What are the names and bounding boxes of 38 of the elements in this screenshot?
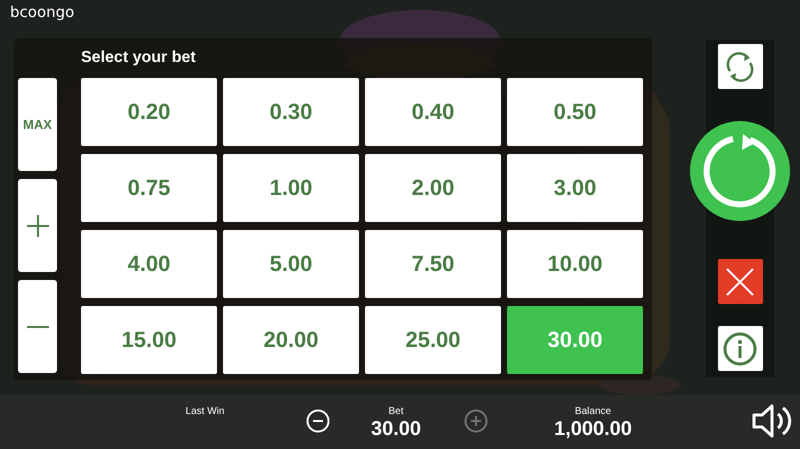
sound-button[interactable] bbox=[752, 403, 792, 439]
close-button[interactable] bbox=[718, 259, 762, 304]
close-icon bbox=[725, 266, 755, 296]
autoplay-button[interactable] bbox=[718, 44, 762, 89]
brand-logo: bcoongo bbox=[10, 3, 74, 21]
bet-value: 30.00 bbox=[370, 418, 422, 440]
bet-option[interactable]: 25.00 bbox=[365, 306, 501, 374]
bet-option[interactable]: 20.00 bbox=[223, 306, 359, 374]
bet-option[interactable]: 4.00 bbox=[81, 230, 217, 298]
bet-option[interactable]: 0.40 bbox=[365, 78, 501, 146]
info-button[interactable] bbox=[718, 326, 762, 371]
bet-option[interactable]: 2.00 bbox=[365, 154, 501, 222]
balance-value: 1,000.00 bbox=[554, 418, 632, 440]
bet-option[interactable]: 0.20 bbox=[81, 78, 217, 146]
max-bet-button[interactable]: MAX bbox=[18, 78, 57, 171]
balance-label: Balance bbox=[574, 406, 612, 418]
increase-button[interactable] bbox=[18, 179, 57, 272]
plus-icon bbox=[464, 409, 488, 433]
bet-label: Bet bbox=[388, 406, 404, 418]
bet-option[interactable]: 0.30 bbox=[223, 78, 359, 146]
spin-icon bbox=[703, 134, 777, 208]
speaker-icon bbox=[752, 403, 792, 439]
bet-option[interactable]: 10.00 bbox=[507, 230, 643, 298]
last-win-label: Last Win bbox=[186, 406, 224, 418]
decrease-bet-button[interactable] bbox=[306, 409, 330, 433]
plus-icon bbox=[26, 214, 48, 236]
panel-title: Select your bet bbox=[81, 48, 197, 68]
bet-option[interactable]: 0.50 bbox=[507, 78, 643, 146]
minus-icon bbox=[306, 409, 330, 433]
minus-icon bbox=[26, 326, 48, 328]
bet-option[interactable]: 3.00 bbox=[507, 154, 643, 222]
refresh-icon bbox=[724, 50, 756, 82]
bet-option[interactable]: 0.75 bbox=[81, 154, 217, 222]
bet-option[interactable]: 7.50 bbox=[365, 230, 501, 298]
bet-option[interactable]: 5.00 bbox=[223, 230, 359, 298]
bet-option[interactable]: 1.00 bbox=[223, 154, 359, 222]
info-icon bbox=[723, 332, 757, 366]
bet-option[interactable]: 15.00 bbox=[81, 306, 217, 374]
